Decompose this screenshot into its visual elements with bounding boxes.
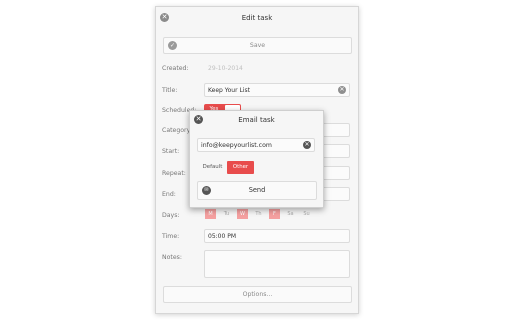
end-label: End: <box>162 191 176 198</box>
title-field[interactable]: Keep Your List <box>204 83 350 97</box>
created-value: 29-10-2014 <box>208 65 243 72</box>
title-label: Title: <box>162 87 178 94</box>
repeat-label: Repeat: <box>162 170 186 177</box>
title-value: Keep Your List <box>208 87 250 94</box>
time-label: Time: <box>162 233 180 240</box>
time-field[interactable]: 05:00 PM <box>204 229 350 243</box>
notes-label: Notes: <box>162 254 182 261</box>
mode-default[interactable]: Default <box>199 161 226 174</box>
options-label: Options... <box>242 291 273 298</box>
day-wednesday[interactable]: W <box>237 209 248 219</box>
day-thursday[interactable]: Th <box>253 209 264 219</box>
start-label: Start: <box>162 148 180 155</box>
days-label: Days: <box>162 212 180 219</box>
day-friday[interactable]: F <box>269 209 280 219</box>
close-icon[interactable]: ✕ <box>194 115 203 124</box>
category-label: Category: <box>162 127 192 134</box>
send-label: Send <box>248 186 266 194</box>
notes-field[interactable] <box>204 250 350 278</box>
day-monday[interactable]: M <box>205 209 216 219</box>
day-sunday[interactable]: Su <box>301 209 312 219</box>
day-tuesday[interactable]: Tu <box>221 209 232 219</box>
save-button[interactable]: ✓ Save <box>163 37 352 54</box>
clear-icon[interactable]: ✕ <box>303 141 311 149</box>
email-task-dialog: Email task ✕ info@keepyourlist.com ✕ Def… <box>189 110 324 208</box>
mode-other[interactable]: Other <box>227 161 254 174</box>
created-label: Created: <box>162 65 189 72</box>
day-saturday[interactable]: Sa <box>285 209 296 219</box>
envelope-icon: ✉ <box>202 186 211 195</box>
save-label: Save <box>249 42 266 49</box>
close-icon[interactable]: ✕ <box>160 13 169 22</box>
email-value: info@keepyourlist.com <box>201 142 272 149</box>
time-value: 05:00 PM <box>208 233 236 240</box>
email-input[interactable]: info@keepyourlist.com <box>197 138 315 152</box>
checkmark-icon: ✓ <box>168 41 177 50</box>
window-title: Edit task <box>241 14 273 22</box>
clear-icon[interactable]: ✕ <box>338 86 346 94</box>
dialog-title: Email task <box>238 116 275 124</box>
options-button[interactable]: Options... <box>163 286 352 303</box>
send-button[interactable]: ✉ Send <box>197 181 317 200</box>
